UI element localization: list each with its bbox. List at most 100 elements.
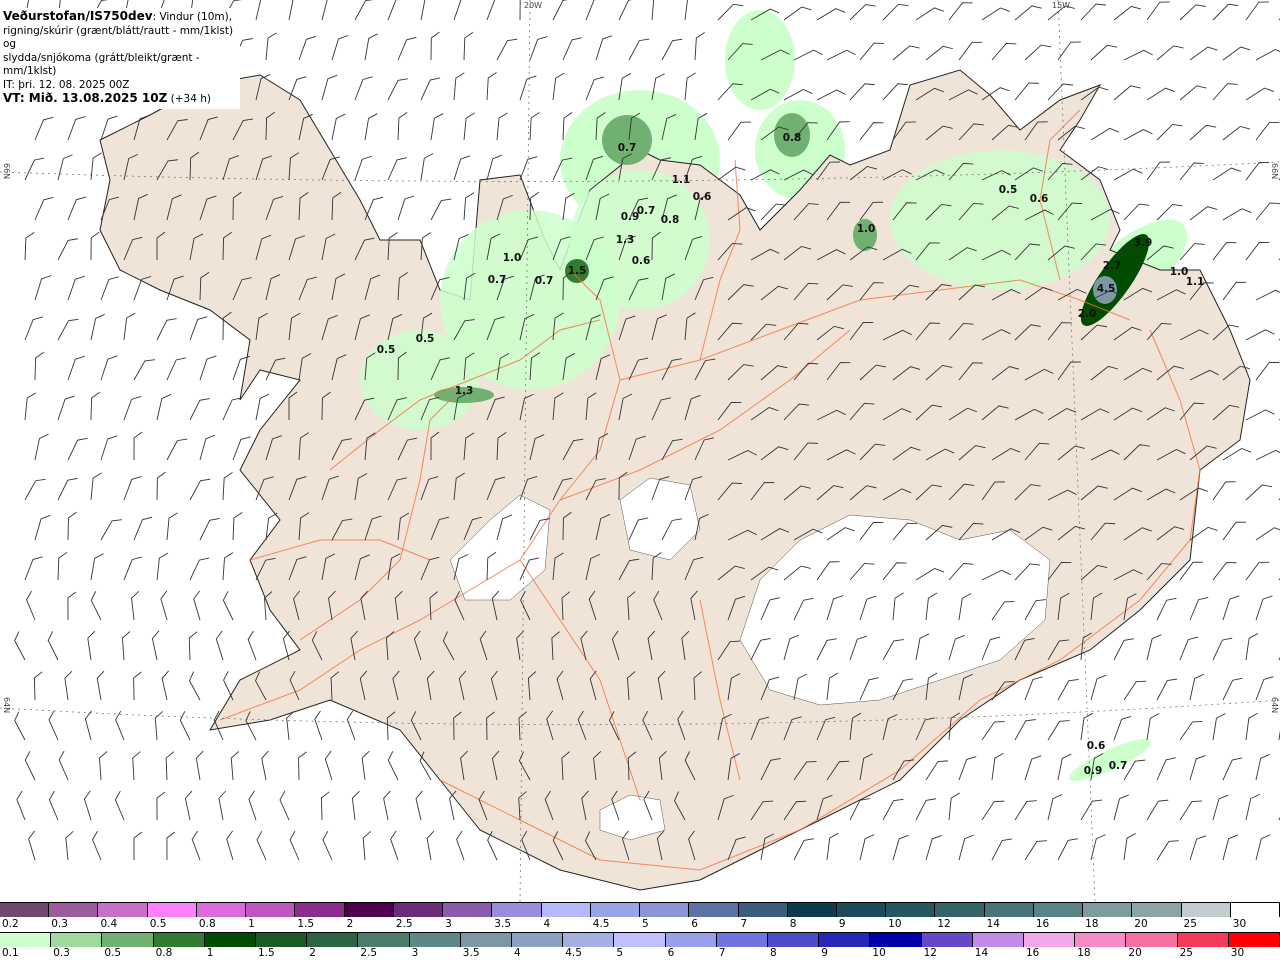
precip-value: 0.6 (1086, 740, 1106, 752)
colorbar-swatch (0, 903, 50, 917)
colorbar-tick-label: 1 (248, 918, 255, 930)
precip-value: 0.7 (534, 275, 554, 287)
colorbar-swatch (443, 903, 493, 917)
colorbar-tick-label: 25 (1183, 918, 1197, 930)
colorbar-swatch (1230, 903, 1280, 917)
colorbar-tick-label: 6 (691, 918, 698, 930)
colorbar-tick-label: 25 (1179, 947, 1193, 959)
colorbar-tick-label: 12 (923, 947, 937, 959)
colorbar-swatch (1181, 903, 1231, 917)
colorbar-swatch (972, 933, 1025, 947)
colorbar-swatch (590, 903, 641, 917)
colorbar-tick-label: 1.5 (258, 947, 275, 959)
colorbar-tick-label: 16 (1035, 918, 1050, 930)
colorbar-swatch (256, 933, 308, 947)
colorbar-swatch (768, 933, 820, 947)
colorbar-tick-label: 20 (1134, 918, 1148, 930)
colorbar-tick-label: 20 (1128, 947, 1142, 959)
lat-label-66n-left: 66N (2, 163, 11, 180)
precip-value: 1.3 (454, 385, 474, 397)
colorbar-swatch (196, 903, 247, 917)
colorbar-tick-label: 5 (642, 918, 649, 930)
colorbar-swatch (492, 903, 542, 917)
colorbar-tick-label: 2.5 (360, 947, 378, 959)
colorbar-swatch (563, 933, 615, 947)
valid-time: VT: Mið. 13.08.2025 10Z (3, 91, 168, 105)
colorbar-swatch (246, 903, 296, 917)
lead-time: (+34 h) (167, 93, 212, 105)
colorbar-swatch (295, 903, 345, 917)
colorbar-tick-label: 10 (888, 918, 902, 930)
description-line-2: rigning/skúrir (grænt/blátt/rautt - mm/1… (3, 24, 234, 51)
colorbar-tick-label: 3.5 (494, 918, 511, 930)
colorbar-swatch (460, 933, 513, 947)
colorbar-swatch (1024, 933, 1076, 947)
colorbar-tick-label: 4 (543, 918, 551, 930)
colorbar-tick-label: 0.3 (51, 918, 68, 930)
snow-colorbar-labels: 0.2 0.3 0.4 0.5 0.8 1 1.5 2 2.5 3 3.5 4 4.5 5 6 7 8 9 10 12… (0, 918, 1280, 932)
colorbar-swatch (921, 933, 973, 947)
colorbar-swatch (512, 933, 564, 947)
colorbar-tick-label: 10 (872, 947, 886, 959)
colorbar-swatch (147, 903, 197, 917)
precip-value: 0.5 (415, 333, 435, 345)
description-line-3: slydda/snjókoma (grátt/bleikt/grænt - mm… (3, 51, 200, 78)
colorbar-tick-label: 2 (309, 947, 316, 959)
precip-value: 2.0 (1077, 308, 1097, 320)
colorbar-tick-label: 8 (789, 918, 797, 930)
colorbar-tick-label: 1.5 (297, 918, 315, 930)
snow-colorbar (0, 902, 1280, 917)
colorbar-swatch (541, 903, 591, 917)
colorbar-swatch (393, 903, 444, 917)
colorbar-tick-label: 8 (770, 947, 777, 959)
precip-value: 0.5 (998, 184, 1018, 196)
precip-value: 0.6 (631, 255, 651, 267)
colorbar-tick-label: 7 (718, 947, 726, 959)
colorbar-tick-label: 2 (346, 918, 354, 930)
colorbar-tick-label: 0.1 (2, 947, 19, 959)
precip-value: 1.1 (1185, 276, 1205, 288)
colorbar-tick-label: 9 (838, 918, 846, 930)
lon-label-20w: 20W (524, 1, 543, 10)
precip-value: 0.7 (487, 274, 507, 286)
colorbar-swatch (409, 933, 461, 947)
colorbar-swatch (51, 933, 103, 947)
colorbar-tick-label: 30 (1232, 918, 1247, 930)
colorbar-tick-label: 6 (667, 947, 675, 959)
colorbar-swatch (153, 933, 205, 947)
precip-value: 0.6 (692, 191, 712, 203)
colorbar-tick-label: 3.5 (462, 947, 480, 959)
precip-value: 0.7 (636, 205, 656, 217)
rain-colorbar-labels: 0.1 0.3 0.5 0.8 1 1.5 2 2.5 3 3.5 4 4.5 5 6 7 8 9 10 12 14 1… (0, 947, 1280, 961)
precip-value: 0.7 (1108, 760, 1128, 772)
colorbar-tick-label: 30 (1230, 947, 1245, 959)
colorbar-tick-label: 7 (740, 918, 748, 930)
precip-value: 1.1 (671, 174, 691, 186)
colorbar-swatch (886, 903, 936, 917)
colorbar-swatch (689, 903, 739, 917)
colorbar-tick-label: 1 (206, 947, 214, 959)
colorbar-swatch (836, 903, 887, 917)
colorbar-tick-label: 14 (974, 947, 989, 959)
precip-value: 4.5 (1096, 283, 1116, 295)
colorbar-swatch (1083, 903, 1133, 917)
colorbar-swatch (1126, 933, 1178, 947)
colorbar-tick-label: 0.5 (104, 947, 122, 959)
precip-value: 1.3 (615, 234, 635, 246)
precip-value: 2.7 (1102, 260, 1122, 272)
colorbar-tick-label: 3 (445, 918, 452, 930)
colorbar-tick-label: 2.5 (395, 918, 413, 930)
colorbar-swatch (1228, 933, 1280, 947)
colorbar-swatch (0, 933, 52, 947)
colorbar-swatch (819, 933, 871, 947)
precip-value: 0.8 (782, 132, 802, 144)
colorbar-tick-label: 0.2 (2, 918, 19, 930)
colorbar-tick-label: 18 (1085, 918, 1099, 930)
lat-label-66n-right: 66N (1270, 163, 1279, 180)
colorbar-tick-label: 0.8 (198, 918, 216, 930)
precip-value: 0.5 (376, 344, 396, 356)
precip-value: 0.7 (617, 142, 637, 154)
colorbar-tick-label: 3 (411, 947, 419, 959)
precip-value: 1.0 (856, 223, 876, 235)
colorbar-swatch (984, 903, 1034, 917)
